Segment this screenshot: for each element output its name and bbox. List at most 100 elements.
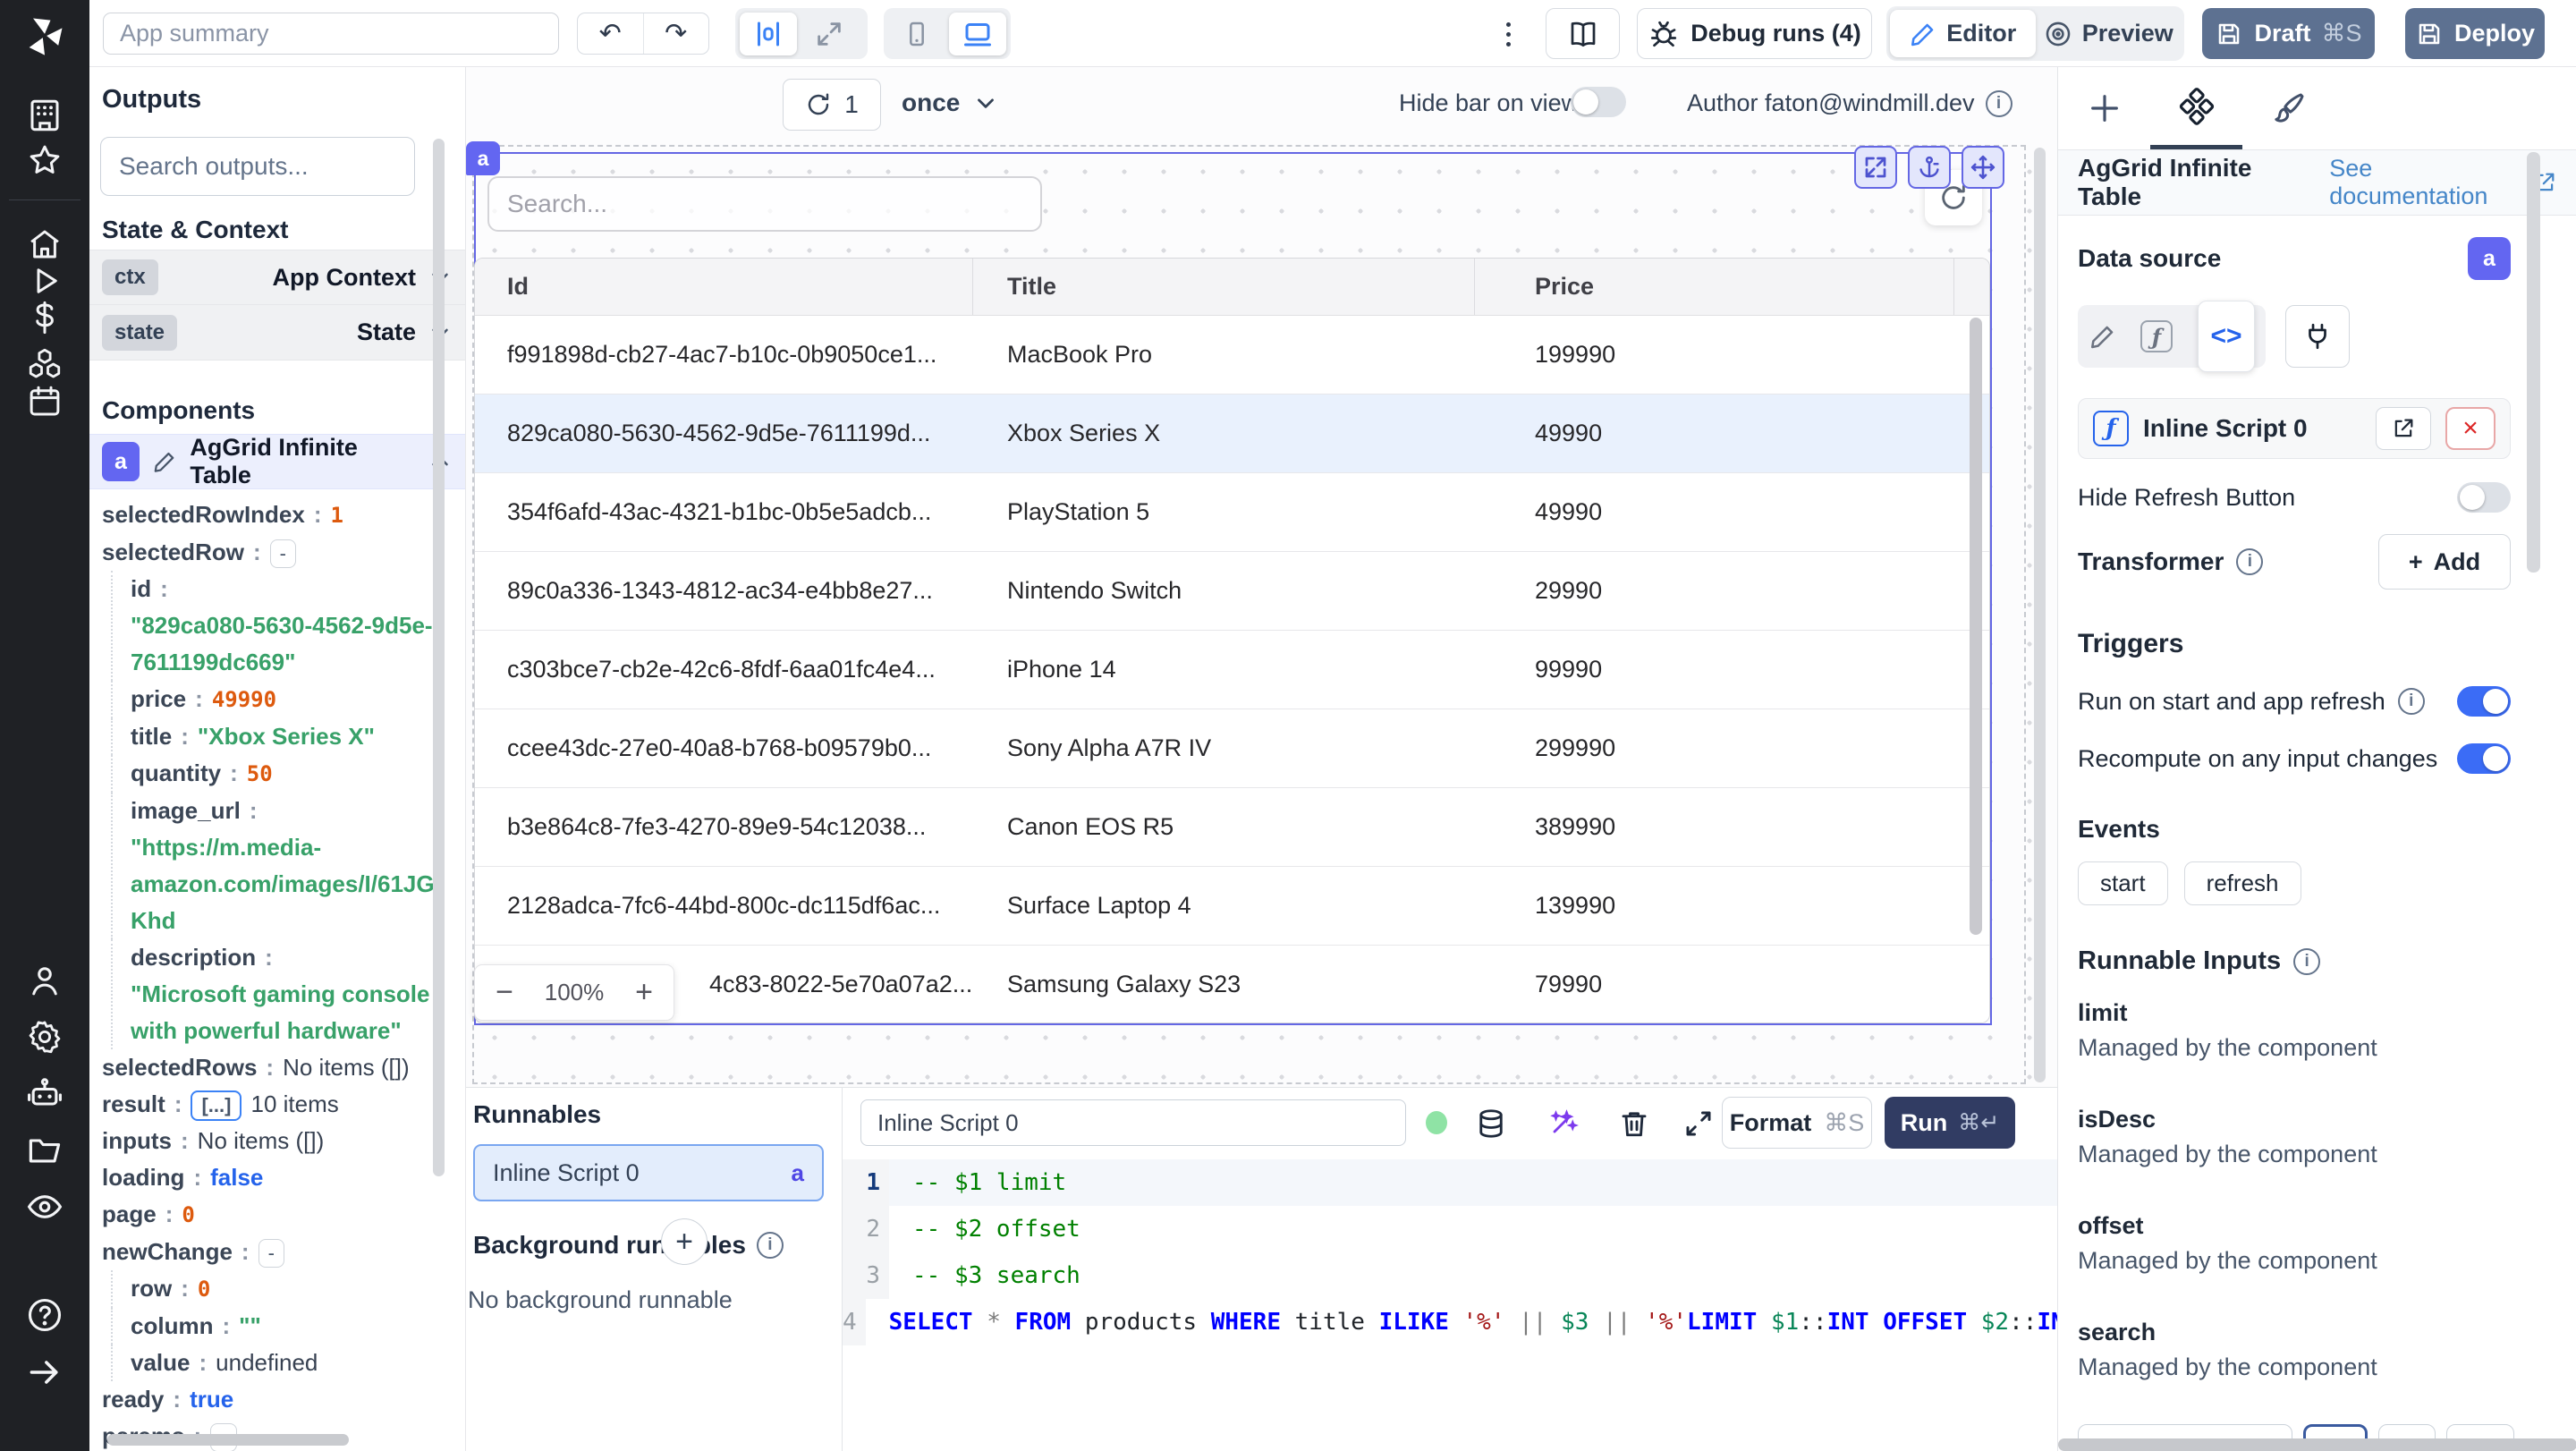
tree-row[interactable]: page:0 xyxy=(102,1196,445,1234)
table-row[interactable]: 829ca080-5630-4562-9d5e-7611199d... Xbox… xyxy=(475,395,1989,473)
windmill-logo[interactable] xyxy=(21,13,68,59)
tree-row[interactable]: price:49990 xyxy=(111,681,445,718)
runs-play-icon[interactable] xyxy=(0,262,89,300)
schedules-calendar-icon[interactable] xyxy=(0,383,89,420)
table-row[interactable]: ccee43dc-27e0-40a8-b768-b09579b0... Sony… xyxy=(475,709,1989,788)
info-icon[interactable]: i xyxy=(1985,89,2012,117)
column-header-title[interactable]: Title xyxy=(973,259,1475,315)
docs-book-button[interactable] xyxy=(1546,8,1620,59)
users-person-icon[interactable] xyxy=(0,962,89,999)
code-line[interactable]: 3 -- $3 search xyxy=(843,1252,2057,1299)
variables-dollar-icon[interactable] xyxy=(0,299,89,336)
add-transformer-button[interactable]: + Add xyxy=(2378,534,2511,590)
settings-vertical-scrollbar[interactable] xyxy=(2527,152,2540,573)
tree-row[interactable]: ready: true xyxy=(102,1381,445,1418)
zoom-in-button[interactable]: + xyxy=(614,975,674,1010)
table-row[interactable]: 2128adca-7fc6-44bd-800c-dc115df6ac... Su… xyxy=(475,867,1989,946)
column-header-price[interactable]: Price xyxy=(1475,259,1954,315)
code-line[interactable]: 4 SELECT * FROM products WHERE title ILI… xyxy=(843,1299,2093,1345)
tree-row[interactable]: id: "829ca080-5630-4562-9d5e-7611199dc669… xyxy=(111,571,445,681)
canvas-vertical-scrollbar[interactable] xyxy=(2034,148,2046,1082)
code-mode-icon[interactable]: <> xyxy=(2198,301,2255,372)
tree-row[interactable]: column: "" xyxy=(111,1308,445,1345)
component-row-aggrid[interactable]: a AgGrid Infinite Table xyxy=(89,434,465,489)
anchor-component-handle[interactable] xyxy=(1908,146,1951,189)
recompute-toggle[interactable] xyxy=(2457,743,2511,774)
expand-editor-icon[interactable] xyxy=(1679,1104,1718,1143)
folders-folder-icon[interactable] xyxy=(0,1131,89,1170)
inline-script-row[interactable]: ƒ Inline Script 0 × xyxy=(2078,398,2511,459)
resources-cubes-icon[interactable] xyxy=(0,345,89,383)
tree-row[interactable]: newChange: - xyxy=(102,1234,445,1270)
connect-plug-icon[interactable] xyxy=(2285,305,2350,368)
format-button[interactable]: Format ⌘S xyxy=(1722,1097,1872,1149)
outputs-horizontal-scrollbar[interactable] xyxy=(107,1434,349,1446)
tree-collapse-badge[interactable]: - xyxy=(258,1239,284,1268)
redo-button[interactable]: ↷ xyxy=(644,13,709,54)
center-align-button[interactable] xyxy=(740,12,797,55)
table-row[interactable]: 4c83-8022-5e70a07a2... Samsung Galaxy S2… xyxy=(475,946,1989,1022)
ctx-row[interactable]: ctx App Context xyxy=(89,250,465,305)
tree-row[interactable]: row:0 xyxy=(111,1270,445,1308)
collapse-arrow-right-icon[interactable] xyxy=(0,1353,89,1392)
tab-editor[interactable]: Editor xyxy=(1890,10,2036,57)
delete-trash-icon[interactable] xyxy=(1614,1104,1654,1143)
column-header-id[interactable]: Id xyxy=(475,259,973,315)
table-row[interactable]: 354f6afd-43ac-4321-b1bc-0b5e5adcb... Pla… xyxy=(475,473,1989,552)
remove-script-button[interactable]: × xyxy=(2445,407,2496,450)
search-outputs-input[interactable] xyxy=(100,137,415,196)
tab-preview[interactable]: Preview xyxy=(2036,10,2182,57)
info-icon[interactable]: i xyxy=(2397,688,2425,715)
code-line[interactable]: 2 -- $2 offset xyxy=(843,1206,2057,1252)
hide-bar-toggle[interactable] xyxy=(1571,87,1626,117)
fullwidth-expand-button[interactable] xyxy=(801,13,858,55)
app-summary-input[interactable] xyxy=(103,13,559,55)
tree-row[interactable]: selectedRow: - xyxy=(102,534,445,571)
tree-collapse-badge[interactable]: - xyxy=(269,539,296,568)
pencil-icon[interactable] xyxy=(152,448,178,475)
mobile-view-button[interactable] xyxy=(888,13,945,55)
table-row[interactable]: 89c0a336-1343-4812-ac34-e4bb8e27... Nint… xyxy=(475,552,1989,631)
refresh-count-button[interactable]: 1 xyxy=(783,79,881,131)
database-icon[interactable] xyxy=(1471,1104,1511,1143)
tree-row[interactable]: loading: false xyxy=(102,1159,445,1196)
expand-component-handle[interactable] xyxy=(1854,146,1897,189)
favorites-star-icon[interactable] xyxy=(0,141,89,179)
tree-row[interactable]: title: "Xbox Series X" xyxy=(111,718,445,755)
function-icon[interactable]: ƒ xyxy=(2140,320,2173,352)
schedule-select[interactable]: once xyxy=(902,89,999,117)
info-icon[interactable]: i xyxy=(756,1232,784,1259)
help-icon[interactable] xyxy=(0,1295,89,1335)
undo-button[interactable]: ↶ xyxy=(578,13,644,54)
table-row[interactable]: b3e864c8-7fe3-4270-89e9-54c12038... Cano… xyxy=(475,788,1989,867)
workers-robot-icon[interactable] xyxy=(0,1074,89,1114)
static-pencil-icon[interactable] xyxy=(2089,322,2117,351)
desktop-view-button[interactable] xyxy=(949,12,1006,55)
script-name-input[interactable] xyxy=(860,1099,1406,1146)
add-background-runnable-button[interactable]: + xyxy=(661,1218,708,1265)
tab-insert-plus[interactable] xyxy=(2058,67,2150,149)
event-chip[interactable]: start xyxy=(2078,861,2168,905)
tree-row[interactable]: image_url: "https://m.media-amazon.com/im… xyxy=(111,793,445,939)
move-component-handle[interactable] xyxy=(1962,146,2004,189)
event-chip[interactable]: refresh xyxy=(2183,861,2301,905)
state-row[interactable]: state State xyxy=(89,305,465,361)
tree-row[interactable]: selectedRows: No items ([]) xyxy=(102,1049,445,1086)
settings-gear-icon[interactable] xyxy=(0,1018,89,1056)
table-row[interactable]: f991898d-cb27-4ac7-b10c-0b9050ce1... Mac… xyxy=(475,316,1989,395)
settings-horizontal-scrollbar[interactable] xyxy=(2058,1438,2576,1451)
table-search-input[interactable] xyxy=(487,176,1042,232)
run-button[interactable]: Run ⌘↵ xyxy=(1885,1097,2015,1149)
zoom-out-button[interactable]: − xyxy=(475,975,534,1010)
hide-refresh-toggle[interactable] xyxy=(2457,482,2511,513)
code-line[interactable]: 1 -- $1 limit xyxy=(843,1159,2057,1206)
workspace-building-icon[interactable] xyxy=(0,97,89,134)
audit-eye-icon[interactable] xyxy=(0,1187,89,1226)
tree-row[interactable]: description: "Microsoft gaming console wi… xyxy=(111,939,445,1049)
info-icon[interactable]: i xyxy=(2236,548,2264,575)
outputs-vertical-scrollbar[interactable] xyxy=(433,139,445,1176)
debug-runs-button[interactable]: Debug runs (4) xyxy=(1637,8,1872,59)
run-on-start-toggle[interactable] xyxy=(2457,686,2511,717)
ai-wand-icon[interactable] xyxy=(1543,1104,1582,1143)
tree-row[interactable]: selectedRowIndex:1 xyxy=(102,496,445,534)
